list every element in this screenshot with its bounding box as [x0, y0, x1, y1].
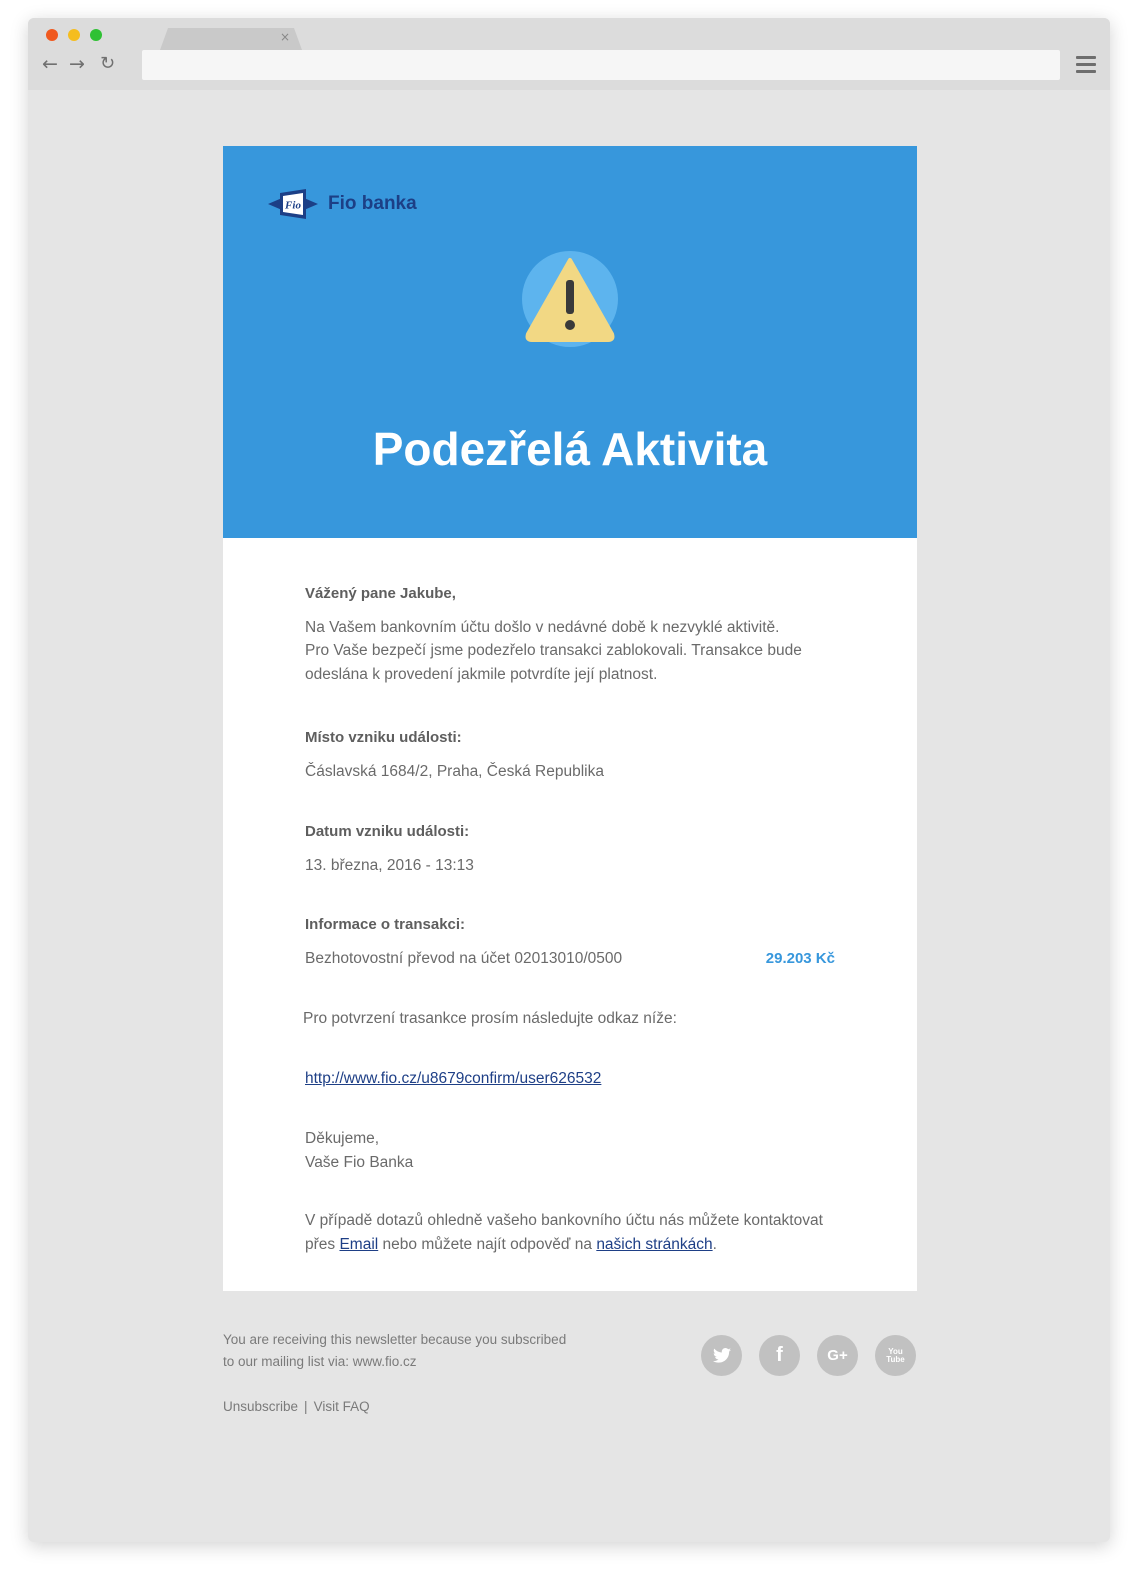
hamburger-menu-icon[interactable]	[1076, 56, 1096, 74]
reload-icon[interactable]: ↻	[100, 54, 115, 74]
back-arrow-icon[interactable]: ←	[42, 54, 58, 74]
contact-text: nebo můžete najít odpověď na	[378, 1235, 597, 1253]
unsubscribe-link[interactable]: Unsubscribe	[223, 1399, 298, 1414]
email-message: Fio Fio banka Podezřelá Aktivita Vážený …	[223, 146, 917, 1414]
contact-line: V případě dotazů ohledně vašeho bankovní…	[305, 1212, 823, 1229]
contact-text: přes	[305, 1235, 340, 1253]
footer-links: Unsubscribe | Visit FAQ	[223, 1399, 370, 1414]
sign-off: Děkujeme, Vaše Fio Banka	[305, 1127, 835, 1174]
place-label: Místo vzniku události:	[305, 729, 462, 746]
facebook-glyph: f	[776, 1344, 783, 1366]
window-close-dot[interactable]	[46, 29, 58, 41]
youtube-icon[interactable]: You Tube	[875, 1335, 916, 1376]
contact-text: .	[712, 1235, 717, 1253]
greeting: Vážený pane Jakube,	[305, 585, 456, 602]
browser-toolbar: × ← → ↻	[28, 18, 1110, 90]
confirm-instruction: Pro potvrzení trasankce prosím následujt…	[303, 1010, 677, 1027]
faq-link[interactable]: Visit FAQ	[314, 1399, 370, 1414]
address-bar[interactable]	[142, 50, 1060, 80]
intro-line: odeslána k provedení jakmile potvrdíte j…	[305, 665, 658, 683]
transaction-label: Informace o transakci:	[305, 916, 466, 933]
fio-logo: Fio Fio banka	[268, 189, 417, 219]
website-link[interactable]: našich stránkách	[596, 1236, 712, 1253]
transaction-amount: 29.203 Kč	[765, 949, 835, 967]
email-header-banner: Fio Fio banka Podezřelá Aktivita	[223, 146, 917, 538]
subscription-line: You are receiving this newsletter becaus…	[223, 1332, 567, 1347]
facebook-icon[interactable]: f	[759, 1335, 800, 1376]
date-value: 13. března, 2016 - 13:13	[305, 856, 474, 874]
window-minimize-dot[interactable]	[68, 29, 80, 41]
subscription-line: to our mailing list via: www.fio.cz	[223, 1354, 417, 1369]
fio-logo-icon: Fio	[268, 189, 318, 219]
tab-close-icon[interactable]: ×	[280, 30, 290, 44]
twitter-icon[interactable]	[701, 1335, 742, 1376]
date-label: Datum vzniku události:	[305, 823, 470, 840]
fio-logo-mark: Fio	[284, 200, 301, 212]
subscription-notice: You are receiving this newsletter becaus…	[223, 1329, 566, 1373]
fio-logo-text: Fio banka	[328, 193, 417, 214]
thanks-line: Děkujeme,	[305, 1130, 380, 1147]
intro-line: Na Vašem bankovním účtu došlo v nedávné …	[305, 618, 780, 636]
email-link[interactable]: Email	[339, 1236, 378, 1253]
window-maximize-dot[interactable]	[90, 29, 102, 41]
youtube-glyph: You Tube	[886, 1346, 905, 1364]
confirm-link[interactable]: http://www.fio.cz/u8679confirm/user62653…	[305, 1070, 601, 1087]
contact-paragraph: V případě dotazů ohledně vašeho bankovní…	[305, 1209, 835, 1256]
google-plus-glyph: G+	[827, 1347, 848, 1364]
signature-line: Vaše Fio Banka	[305, 1153, 414, 1171]
intro-line: Pro Vaše bezpečí jsme podezřelo transakc…	[305, 642, 802, 659]
browser-window: × ← → ↻ Fio Fio banka Podezřelá Aktivita…	[28, 18, 1110, 1542]
google-plus-icon[interactable]: G+	[817, 1335, 858, 1376]
intro-paragraph: Na Vašem bankovním účtu došlo v nedávné …	[305, 616, 835, 687]
forward-arrow-icon[interactable]: →	[69, 54, 85, 74]
email-body: Vážený pane Jakube, Na Vašem bankovním ú…	[223, 538, 917, 1291]
transaction-description: Bezhotovostní převod na účet 02013010/05…	[305, 949, 623, 967]
transaction-row: Bezhotovostní převod na účet 02013010/05…	[305, 947, 835, 971]
warning-icon	[522, 251, 618, 347]
email-title: Podezřelá Aktivita	[372, 423, 768, 475]
footer-separator: |	[304, 1399, 308, 1414]
place-value: Čáslavská 1684/2, Praha, Česká Republika	[305, 762, 604, 780]
